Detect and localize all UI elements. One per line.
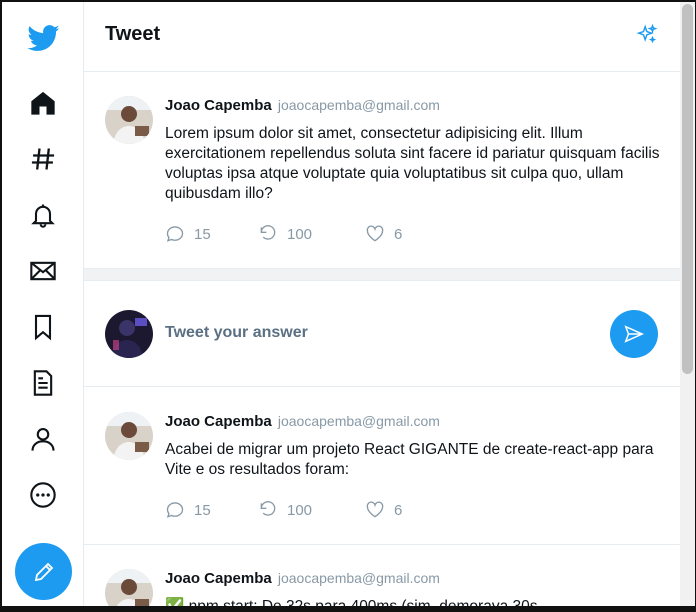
sidebar [2, 2, 84, 606]
retweet-count: 100 [287, 225, 313, 243]
tweet-header: Joao Capemba joaocapemba@gmail.com [165, 413, 440, 430]
like-button[interactable]: 6 [365, 224, 402, 244]
bookmark-icon[interactable] [24, 308, 62, 346]
hashtag-icon[interactable] [24, 140, 62, 178]
current-user-avatar[interactable] [105, 310, 153, 358]
tweet-header: Joao Capemba joaocapemba@gmail.com [165, 570, 440, 587]
tweet-actions: 15 100 6 [165, 500, 402, 520]
comment-button[interactable]: 15 [165, 224, 258, 244]
author-name[interactable]: Joao Capemba [165, 97, 272, 114]
send-icon [624, 325, 645, 343]
tweet-text: ✅ npm start: De 32s para 400ms (sim, dem… [165, 598, 538, 612]
reply-composer [84, 281, 680, 387]
comment-icon [166, 226, 184, 242]
bell-icon[interactable] [24, 196, 62, 234]
envelope-icon[interactable] [24, 252, 62, 290]
avatar[interactable] [105, 96, 153, 144]
comment-count: 15 [194, 501, 211, 519]
retweet-button[interactable]: 100 [258, 500, 365, 520]
tweet-actions: 15 100 6 [165, 224, 402, 244]
retweet-icon [260, 225, 276, 240]
author-email: joaocapemba@gmail.com [277, 413, 440, 429]
user-icon[interactable] [24, 420, 62, 458]
avatar[interactable] [105, 569, 153, 606]
retweet-button[interactable]: 100 [258, 224, 365, 244]
scrollbar[interactable] [680, 2, 695, 606]
section-divider [84, 269, 680, 281]
tweet-text: Acabei de migrar um projeto React GIGANT… [165, 441, 654, 478]
retweet-count: 100 [287, 501, 313, 519]
comment-icon [166, 502, 184, 518]
app-window: Tweet Joao Capemba joaocapemba@gmail.com… [0, 0, 696, 612]
scrollbar-thumb[interactable] [682, 4, 693, 374]
page-title: Tweet [105, 23, 161, 45]
author-email: joaocapemba@gmail.com [277, 570, 440, 586]
twitter-logo-icon[interactable] [26, 22, 62, 54]
pencil-icon [34, 562, 53, 581]
heart-icon [366, 225, 384, 242]
heart-icon [366, 501, 384, 518]
compose-tweet-button[interactable] [15, 543, 72, 600]
tweet[interactable]: Joao Capemba joaocapemba@gmail.com Acabe… [84, 388, 680, 545]
like-button[interactable]: 6 [365, 500, 402, 520]
author-name[interactable]: Joao Capemba [165, 570, 272, 587]
like-count: 6 [394, 501, 403, 519]
comment-count: 15 [194, 225, 211, 243]
more-icon[interactable] [24, 476, 62, 514]
avatar[interactable] [105, 412, 153, 460]
like-count: 6 [394, 225, 403, 243]
retweet-icon [260, 501, 276, 516]
author-name[interactable]: Joao Capemba [165, 413, 272, 430]
comment-button[interactable]: 15 [165, 500, 258, 520]
tweet-header: Joao Capemba joaocapemba@gmail.com [165, 97, 440, 114]
reply-input[interactable] [165, 324, 585, 342]
document-icon[interactable] [24, 364, 62, 402]
sparkle-icon[interactable] [636, 23, 658, 46]
home-icon[interactable] [24, 84, 62, 122]
send-button[interactable] [610, 310, 658, 358]
author-email: joaocapemba@gmail.com [277, 97, 440, 113]
main-timeline: Tweet Joao Capemba joaocapemba@gmail.com… [84, 2, 680, 612]
tweet[interactable]: Joao Capemba joaocapemba@gmail.com Lorem… [84, 73, 680, 269]
tweet-text: Lorem ipsum dolor sit amet, consectetur … [165, 125, 660, 202]
page-header: Tweet [84, 2, 680, 72]
tweet[interactable]: Joao Capemba joaocapemba@gmail.com ✅ npm… [84, 545, 680, 612]
